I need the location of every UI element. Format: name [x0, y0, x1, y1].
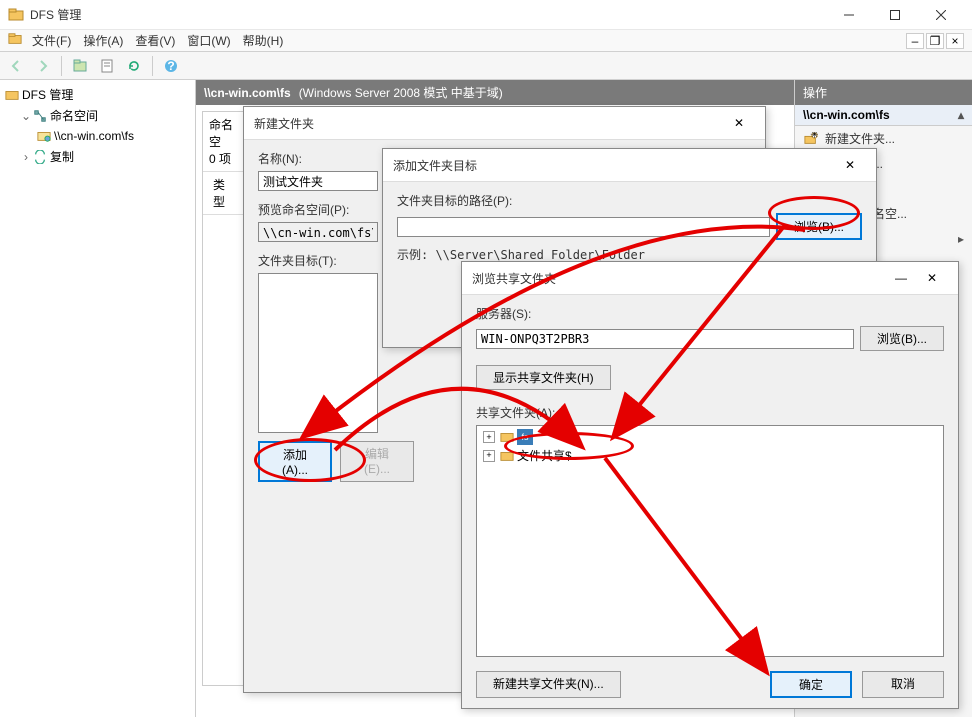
expand-icon[interactable]: + [483, 450, 495, 462]
server-input[interactable] [476, 329, 854, 349]
menu-bar: 文件(F) 操作(A) 查看(V) 窗口(W) 帮助(H) – ❐ × [0, 30, 972, 52]
tree-namespace[interactable]: ⌄ 命名空间 [4, 105, 191, 126]
browse-server-button[interactable]: 浏览(B)... [860, 326, 944, 351]
content-header: \\cn-win.com\fs (Windows Server 2008 模式 … [196, 80, 794, 105]
new-folder-icon: ✳ [803, 131, 819, 147]
dlg3-title: 浏览共享文件夹 [472, 270, 886, 287]
menu-file[interactable]: 文件(F) [26, 30, 77, 51]
menu-view[interactable]: 查看(V) [129, 30, 181, 51]
ns-tab-label: 命名空 [209, 116, 239, 150]
share-icon [36, 128, 52, 144]
minimize-button[interactable] [826, 0, 872, 30]
tree-root-label: DFS 管理 [22, 86, 73, 103]
dlg3-min-button[interactable]: — [886, 271, 916, 285]
targets-label: 文件夹目标(T): [258, 252, 370, 269]
new-window-button[interactable] [68, 54, 92, 78]
menu-action[interactable]: 操作(A) [77, 30, 129, 51]
dfs-icon [4, 87, 20, 103]
mdi-close-button[interactable]: × [946, 33, 964, 49]
action-new-folder-label: 新建文件夹... [825, 130, 895, 147]
chevron-right-icon: ▸ [958, 232, 964, 246]
toolbar: ? [0, 52, 972, 80]
actions-header: 操作 [795, 80, 972, 105]
dlg1-titlebar[interactable]: 新建文件夹 ✕ [244, 107, 765, 140]
mdi-min-button[interactable]: – [906, 33, 924, 49]
dlg3-titlebar[interactable]: 浏览共享文件夹 — ✕ [462, 262, 958, 295]
app-title: DFS 管理 [30, 6, 826, 23]
content-desc: (Windows Server 2008 模式 中基于域) [299, 84, 503, 101]
dlg2-title: 添加文件夹目标 [393, 157, 834, 174]
tree-rep-label: 复制 [50, 148, 74, 165]
replication-icon [32, 149, 48, 165]
fs-badge-icon: fs [517, 429, 533, 445]
dlg3-close-button[interactable]: ✕ [916, 268, 948, 288]
browse-path-button[interactable]: 浏览(B)... [776, 213, 862, 240]
edit-target-button: 编辑(E)... [340, 441, 414, 482]
close-button[interactable] [918, 0, 964, 30]
tree-fs-node[interactable]: \\cn-win.com\fs [4, 126, 191, 146]
menu-help[interactable]: 帮助(H) [237, 30, 290, 51]
forward-button[interactable] [31, 54, 55, 78]
menu-window[interactable]: 窗口(W) [181, 30, 236, 51]
show-shares-button[interactable]: 显示共享文件夹(H) [476, 365, 611, 390]
name-input[interactable] [258, 171, 378, 191]
app-icon [8, 7, 24, 23]
ok-button[interactable]: 确定 [770, 671, 852, 698]
file-icon [8, 32, 22, 49]
dlg1-title: 新建文件夹 [254, 115, 723, 132]
actions-section[interactable]: \\cn-win.com\fs [795, 105, 972, 126]
tree-ns-label: 命名空间 [50, 107, 98, 124]
share-item-fileshare[interactable]: + 文件共享$ [483, 446, 937, 465]
name-label: 名称(N): [258, 150, 370, 167]
dlg1-close-button[interactable]: ✕ [723, 113, 755, 133]
browse-share-dialog: 浏览共享文件夹 — ✕ 服务器(S): 浏览(B)... 显示共享文件夹(H) … [461, 261, 959, 709]
tree-root[interactable]: DFS 管理 [4, 84, 191, 105]
folder-icon [499, 448, 515, 464]
tab-header: 命名空 0 项 [203, 112, 245, 172]
item-count: 0 项 [209, 150, 239, 167]
expand-icon[interactable]: › [20, 150, 32, 164]
preview-label: 预览命名空间(P): [258, 201, 370, 218]
cancel-button[interactable]: 取消 [862, 671, 944, 698]
back-button[interactable] [4, 54, 28, 78]
tree-fs-label: \\cn-win.com\fs [54, 129, 134, 143]
tree-pane: DFS 管理 ⌄ 命名空间 \\cn-win.com\fs › 复制 [0, 80, 196, 717]
maximize-button[interactable] [872, 0, 918, 30]
mdi-restore-button[interactable]: ❐ [926, 33, 944, 49]
preview-input [258, 222, 378, 242]
add-target-button[interactable]: 添加(A)... [258, 441, 332, 482]
content-path: \\cn-win.com\fs [204, 86, 291, 100]
dlg2-close-button[interactable]: ✕ [834, 155, 866, 175]
dlg2-titlebar[interactable]: 添加文件夹目标 ✕ [383, 149, 876, 182]
server-label: 服务器(S): [476, 305, 944, 322]
share-item-label: 文件共享$ [517, 447, 572, 464]
column-row: 类型 [203, 172, 245, 215]
new-share-button[interactable]: 新建共享文件夹(N)... [476, 671, 621, 698]
tab-area: 命名空 0 项 类型 [202, 111, 246, 686]
path-input[interactable] [397, 217, 770, 237]
share-item-fs[interactable]: + fs [483, 428, 937, 446]
expand-icon[interactable]: + [483, 431, 495, 443]
properties-button[interactable] [95, 54, 119, 78]
targets-listbox[interactable] [258, 273, 378, 433]
col-type[interactable]: 类型 [203, 172, 245, 214]
svg-text:✳: ✳ [810, 132, 818, 141]
svg-text:?: ? [167, 59, 174, 73]
namespace-icon [32, 108, 48, 124]
title-bar: DFS 管理 [0, 0, 972, 30]
shares-label: 共享文件夹(A): [476, 404, 944, 421]
folder-icon [499, 429, 515, 445]
tree-replication[interactable]: › 复制 [4, 146, 191, 167]
collapse-icon[interactable]: ⌄ [20, 109, 32, 123]
path-label: 文件夹目标的路径(P): [397, 192, 862, 209]
help-button[interactable]: ? [159, 54, 183, 78]
shares-tree[interactable]: + fs + 文件共享$ [476, 425, 944, 657]
refresh-button[interactable] [122, 54, 146, 78]
